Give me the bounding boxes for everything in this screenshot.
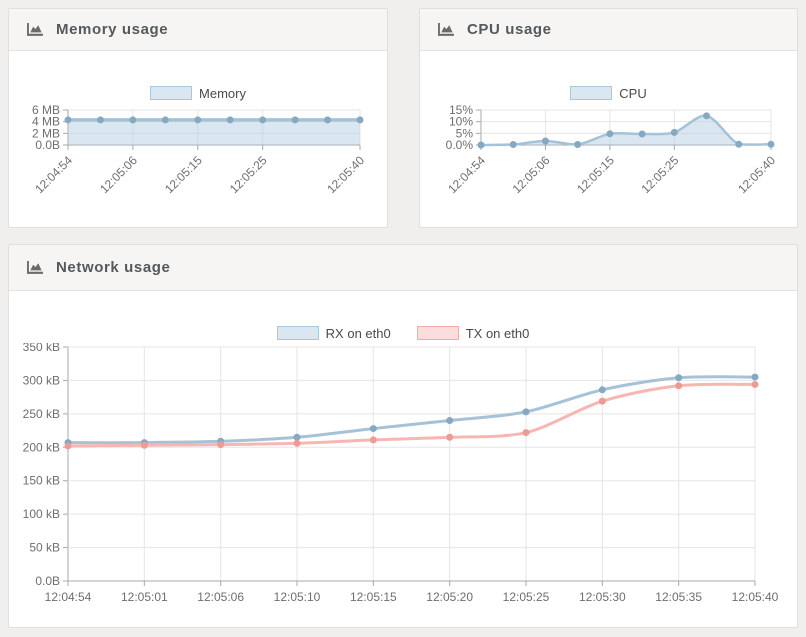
svg-text:12:05:40: 12:05:40 [324,153,367,196]
cpu-panel-header: CPU usage [420,9,797,51]
svg-text:12:04:54: 12:04:54 [45,590,92,604]
svg-text:12:05:06: 12:05:06 [510,153,553,196]
svg-text:12:04:54: 12:04:54 [32,153,75,196]
svg-text:12:05:40: 12:05:40 [735,153,778,196]
svg-text:100 kB: 100 kB [23,507,60,521]
svg-text:12:05:25: 12:05:25 [503,590,550,604]
legend-item-memory: Memory [150,86,246,101]
svg-text:12:05:06: 12:05:06 [97,153,140,196]
cpu-chart[interactable]: 12:04:54 12:05:06 12:05:15 12:05:25 12:05:40… [420,103,797,221]
svg-text:12:05:25: 12:05:25 [227,153,270,196]
cpu-legend: CPU [420,83,797,103]
svg-text:6 MB: 6 MB [32,103,60,117]
svg-text:12:05:15: 12:05:15 [162,153,205,196]
tx-legend-label: TX on eth0 [466,326,530,341]
svg-text:12:05:15: 12:05:15 [350,590,397,604]
cpu-legend-label: CPU [619,86,646,101]
svg-text:12:05:15: 12:05:15 [574,153,617,196]
cpu-legend-swatch [570,86,612,100]
network-legend: RX on eth0 TX on eth0 [9,323,797,343]
network-chart[interactable]: 12:04:54 12:05:01 12:05:06 12:05:10 12:05:15… [9,343,797,617]
svg-text:12:05:06: 12:05:06 [197,590,244,604]
area-chart-icon [26,22,44,37]
memory-panel-title: Memory usage [56,21,168,38]
memory-chart[interactable]: 12:04:54 12:05:06 12:05:15 12:05:25 12:05:40… [9,103,387,221]
network-panel-header: Network usage [9,245,797,291]
svg-text:350 kB: 350 kB [23,343,60,354]
top-row: Memory usage Memory 12:04:5412:05:0612:0… [8,8,798,228]
rx-legend-label: RX on eth0 [326,326,391,341]
dashboard: Memory usage Memory 12:04:5412:05:0612:0… [0,0,806,636]
tx-legend-swatch [417,326,459,340]
memory-panel-body: Memory 12:04:5412:05:0612:05:1512:05:251… [9,51,387,221]
svg-text:12:04:54: 12:04:54 [445,153,488,196]
memory-legend-swatch [150,86,192,100]
svg-text:12:05:30: 12:05:30 [579,590,626,604]
area-chart-icon [437,22,455,37]
svg-text:15%: 15% [449,103,473,117]
svg-text:12:05:25: 12:05:25 [639,153,682,196]
cpu-panel-title: CPU usage [467,21,552,38]
svg-text:200 kB: 200 kB [23,440,60,454]
cpu-usage-panel: CPU usage CPU 12:04:5412:05:0612:05:1512… [419,8,798,228]
area-chart-icon [26,260,44,275]
memory-panel-header: Memory usage [9,9,387,51]
svg-text:12:05:40: 12:05:40 [732,590,779,604]
memory-legend: Memory [9,83,387,103]
cpu-panel-body: CPU 12:04:5412:05:0612:05:1512:05:2512:0… [420,51,797,221]
svg-text:0.0B: 0.0B [35,574,60,588]
svg-text:12:05:20: 12:05:20 [426,590,473,604]
svg-text:12:05:10: 12:05:10 [274,590,321,604]
svg-text:12:05:01: 12:05:01 [121,590,168,604]
rx-legend-swatch [277,326,319,340]
svg-text:250 kB: 250 kB [23,407,60,421]
svg-text:50 kB: 50 kB [29,541,60,555]
network-panel-title: Network usage [56,259,171,276]
memory-legend-label: Memory [199,86,246,101]
network-usage-panel: Network usage RX on eth0 TX on eth0 12:0… [8,244,798,628]
network-panel-body: RX on eth0 TX on eth0 12:04:5412:05:0112… [9,291,797,617]
svg-text:300 kB: 300 kB [23,373,60,387]
memory-usage-panel: Memory usage Memory 12:04:5412:05:0612:0… [8,8,388,228]
legend-item-cpu: CPU [570,86,646,101]
legend-item-rx: RX on eth0 [277,326,391,341]
svg-text:150 kB: 150 kB [23,474,60,488]
svg-text:12:05:35: 12:05:35 [655,590,702,604]
legend-item-tx: TX on eth0 [417,326,530,341]
